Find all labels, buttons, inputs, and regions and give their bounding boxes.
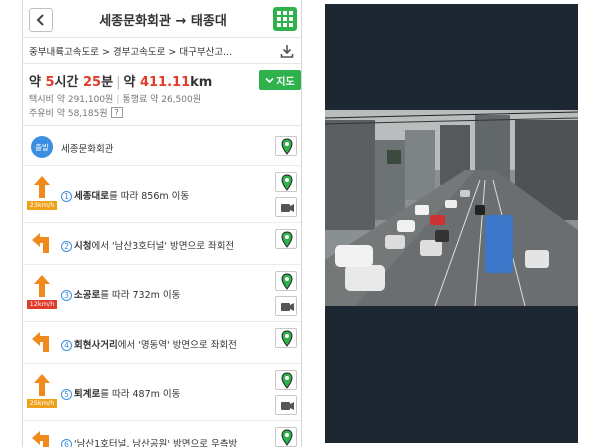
road-name: 소공로: [74, 290, 101, 301]
cost-info: 택시비 약 291,100원 | 통행료 약 26,500원: [29, 95, 202, 105]
map-pin-icon: [281, 273, 293, 290]
grid-icon: [277, 11, 281, 15]
fuel-info: 주유비 약 58,185원 ?: [29, 106, 123, 119]
top-bar: 세종문화회관 → 태종대: [23, 0, 301, 38]
map-pin-icon: [281, 330, 293, 347]
cctv-traffic-image: [325, 110, 578, 306]
road-summary-bar: 중부내륙고속도로 > 경부고속도로 > 대구부산고...: [23, 38, 301, 64]
step-number: 6: [61, 439, 72, 447]
cctv-viewer: [325, 4, 578, 443]
download-icon[interactable]: [279, 43, 295, 59]
map-pin-icon: [281, 429, 293, 446]
minutes-value: 25: [83, 75, 102, 90]
route-panel: 세종문화회관 → 태종대 중부내륙고속도로 > 경부고속도로 > 대구부산고..…: [22, 0, 302, 447]
cctv-button[interactable]: [275, 197, 297, 217]
toll-fee: 통행료 약 26,500원: [122, 95, 202, 105]
road-name: 퇴계로: [74, 389, 101, 400]
step-text: 3 소공로를 따라 732m 이동: [61, 287, 180, 301]
road-name: 회현사거리: [74, 340, 118, 351]
start-badge: 출발: [31, 136, 53, 158]
cctv-button[interactable]: [275, 395, 297, 415]
back-button[interactable]: [29, 8, 53, 32]
panel-gap: [303, 0, 325, 447]
hours-value: 5: [45, 75, 55, 90]
straight-arrow-icon: [29, 174, 55, 200]
step-5[interactable]: 25km/h 5 퇴계로를 따라 487m 이동: [23, 364, 301, 421]
map-pin-button[interactable]: [275, 370, 297, 390]
road-name: 시청: [74, 241, 92, 252]
step-text: 5 퇴계로를 따라 487m 이동: [61, 386, 180, 400]
step-text: 세종문화회관: [61, 144, 114, 155]
video-camera-icon: [281, 303, 294, 311]
map-pin-icon: [281, 138, 293, 155]
map-pin-button[interactable]: [275, 328, 297, 348]
route-summary: 약 5시간 25분 | 약 411.11km 지도 택시비 약 291,100원 | 통…: [23, 64, 301, 126]
turn-left-arrow-icon: [29, 231, 55, 257]
turn-left-arrow-icon: [29, 429, 55, 447]
step-number: 5: [61, 389, 72, 400]
fuel-cost: 주유비 약 58,185원: [29, 109, 108, 119]
step-2[interactable]: 2 시청에서 '남산3호터널' 방면으로 좌회전: [23, 223, 301, 265]
video-camera-icon: [281, 402, 294, 410]
map-toggle-button[interactable]: 지도: [259, 70, 301, 90]
map-pin-button[interactable]: [275, 172, 297, 192]
chevron-left-icon: [36, 14, 44, 26]
turn-left-arrow-icon: [29, 330, 55, 356]
route-title: 세종문화회관 → 태종대: [99, 14, 227, 29]
step-number: 2: [61, 241, 72, 252]
step-number: 4: [61, 340, 72, 351]
straight-arrow-icon: [29, 372, 55, 398]
map-pin-button[interactable]: [275, 427, 297, 447]
speed-badge: 12km/h: [27, 300, 57, 309]
road-name: 세종대로: [74, 191, 109, 202]
step-text: 1 세종대로를 따라 856m 이동: [61, 188, 189, 202]
step-start[interactable]: 출발 세종문화회관: [23, 126, 301, 166]
grid-menu-button[interactable]: [273, 7, 297, 31]
distance-value: 411.11: [139, 75, 191, 90]
screenshot-frame: 세종문화회관 → 태종대 중부내륙고속도로 > 경부고속도로 > 대구부산고..…: [0, 0, 600, 447]
step-text: 6 '남산1호터널, 남산공원' 방면으로 우측방: [61, 436, 237, 447]
cctv-button[interactable]: [275, 296, 297, 316]
map-pin-button[interactable]: [275, 229, 297, 249]
step-number: 1: [61, 191, 72, 202]
speed-badge: 25km/h: [27, 399, 57, 408]
step-3[interactable]: 12km/h 3 소공로를 따라 732m 이동: [23, 265, 301, 322]
straight-arrow-icon: [29, 273, 55, 299]
taxi-fare: 택시비 약 291,100원: [29, 95, 114, 105]
road-list: 중부내륙고속도로 > 경부고속도로 > 대구부산고...: [29, 47, 233, 58]
step-6[interactable]: 6 '남산1호터널, 남산공원' 방면으로 우측방: [23, 421, 301, 447]
speed-badge: 23km/h: [27, 201, 57, 210]
map-pin-icon: [281, 174, 293, 191]
chevron-down-icon: [265, 77, 274, 83]
map-pin-icon: [281, 231, 293, 248]
map-pin-button[interactable]: [275, 136, 297, 156]
step-4[interactable]: 4 회현사거리에서 '명동역' 방면으로 좌회전: [23, 322, 301, 364]
help-button[interactable]: ?: [110, 107, 123, 118]
step-1[interactable]: 23km/h 1 세종대로를 따라 856m 이동: [23, 166, 301, 223]
map-pin-button[interactable]: [275, 271, 297, 291]
time-distance: 약 5시간 25분 | 약 411.11km: [29, 75, 213, 90]
step-text: 4 회현사거리에서 '명동역' 방면으로 좌회전: [61, 337, 237, 351]
step-number: 3: [61, 290, 72, 301]
video-camera-icon: [281, 204, 294, 212]
map-pin-icon: [281, 372, 293, 389]
step-text: 2 시청에서 '남산3호터널' 방면으로 좌회전: [61, 238, 234, 252]
